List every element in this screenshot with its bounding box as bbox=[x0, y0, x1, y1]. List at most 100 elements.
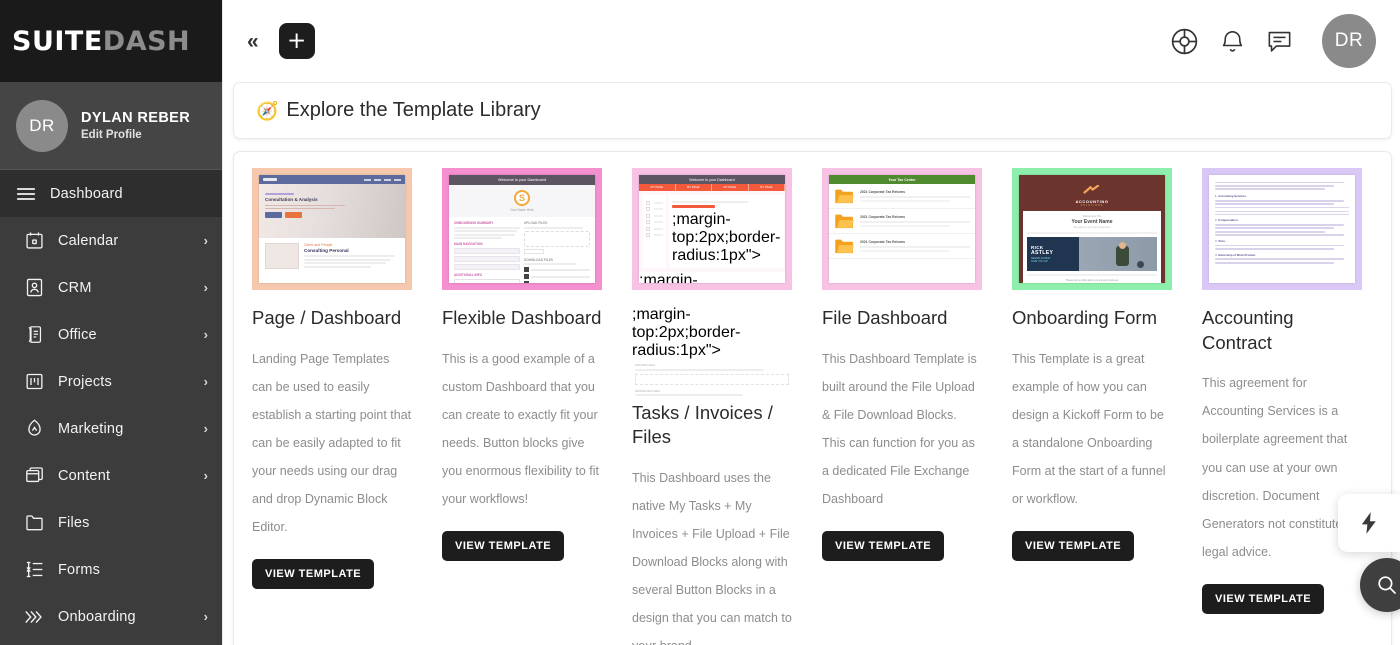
lifebuoy-icon[interactable] bbox=[1169, 26, 1200, 57]
template-thumbnail-preview: Welcome to your Dashboard MY PAGE MY PAGE… bbox=[639, 175, 785, 283]
content-region: 🧭 Explore the Template Library Consultat… bbox=[223, 82, 1400, 645]
template-description: Landing Page Templates can be used to ea… bbox=[252, 351, 412, 535]
view-template-button[interactable]: VIEW TEMPLATE bbox=[822, 531, 945, 562]
template-thumbnail[interactable]: Your Tax Center 2021 Corporate Tax Retur… bbox=[822, 168, 982, 290]
flame-icon bbox=[22, 417, 46, 441]
template-title: Tasks / Invoices / Files bbox=[632, 401, 773, 448]
sidebar-item-label: Files bbox=[58, 514, 90, 531]
template-thumbnail-preview: Your Tax Center 2021 Corporate Tax Retur… bbox=[829, 175, 975, 283]
sidebar-item-calendar[interactable]: Calendar › bbox=[0, 217, 222, 264]
template-title: Flexible Dashboard bbox=[442, 307, 602, 328]
chevron-right-icon: › bbox=[203, 280, 208, 295]
template-library-panel: Consultation & Analysis Client and Peopl… bbox=[233, 151, 1392, 645]
edit-profile-link[interactable]: Edit Profile bbox=[81, 129, 190, 141]
sidebar-item-crm[interactable]: CRM › bbox=[0, 264, 222, 311]
sidebar: SUITEDASH DR DYLAN REBER Edit Profile Da… bbox=[0, 0, 222, 645]
calendar-icon bbox=[22, 229, 46, 253]
sidebar-item-label: CRM bbox=[58, 279, 92, 296]
sidebar-item-office[interactable]: Office › bbox=[0, 311, 222, 358]
template-description: This Template is a great example of how … bbox=[1012, 351, 1166, 507]
sidebar-item-files[interactable]: Files bbox=[0, 499, 222, 546]
sidebar-item-marketing[interactable]: Marketing › bbox=[0, 405, 222, 452]
template-description: This is a good example of a custom Dashb… bbox=[442, 351, 600, 507]
template-thumbnail[interactable]: Consultation & Analysis Client and Peopl… bbox=[252, 168, 412, 290]
template-thumbnail[interactable]: 1. Accounting Services. 2. Compensation.… bbox=[1202, 168, 1362, 290]
template-card: 1. Accounting Services. 2. Compensation.… bbox=[1202, 168, 1362, 645]
windows-stack-icon bbox=[22, 464, 46, 488]
template-description: This Dashboard uses the native My Tasks … bbox=[632, 470, 792, 645]
sidebar-item-label: Marketing bbox=[58, 420, 124, 437]
bell-icon[interactable] bbox=[1218, 27, 1247, 56]
sidebar-item-label: Projects bbox=[58, 373, 112, 390]
brand-logo-text: SUITEDASH bbox=[12, 26, 190, 57]
sidebar-item-content[interactable]: Content › bbox=[0, 452, 222, 499]
template-thumbnail[interactable]: ACCOUNTING SOLUTIONS Welcome to The Your… bbox=[1012, 168, 1172, 290]
sidebar-item-onboarding[interactable]: Onboarding › bbox=[0, 593, 222, 640]
brand-name-primary: SUITE bbox=[12, 25, 103, 57]
sidebar-item-label: Office bbox=[58, 326, 97, 343]
template-thumbnail[interactable]: Welcome to your Dashboard MY PAGE MY PAGE… bbox=[632, 168, 792, 290]
template-card-list: Consultation & Analysis Client and Peopl… bbox=[252, 168, 1391, 645]
template-thumbnail[interactable]: Welcome to your Dashboard S Your Name He… bbox=[442, 168, 602, 290]
quick-actions-button[interactable] bbox=[1338, 494, 1400, 552]
profile-text-block: DYLAN REBER Edit Profile bbox=[81, 110, 190, 141]
brand-logo[interactable]: SUITEDASH bbox=[0, 0, 222, 82]
view-template-button[interactable]: VIEW TEMPLATE bbox=[252, 559, 375, 590]
chat-bubble-icon[interactable] bbox=[1265, 27, 1294, 56]
template-card: Welcome to your Dashboard S Your Name He… bbox=[442, 168, 602, 645]
template-description: This Dashboard Template is built around … bbox=[822, 351, 977, 507]
contact-card-icon bbox=[22, 276, 46, 300]
document-pen-icon bbox=[22, 323, 46, 347]
brand-name-secondary: DASH bbox=[102, 25, 191, 57]
folder-icon bbox=[22, 511, 46, 535]
compass-icon: 🧭 bbox=[256, 100, 279, 121]
kanban-board-icon bbox=[22, 370, 46, 394]
chevron-right-icon: › bbox=[203, 468, 208, 483]
chevrons-right-icon bbox=[22, 605, 46, 629]
sidebar-item-label: Content bbox=[58, 467, 111, 484]
sidebar-item-label: Dashboard bbox=[50, 185, 123, 202]
lightning-bolt-icon bbox=[1361, 512, 1376, 534]
main-area: « + DR 🧭 Explore the Template Library Co… bbox=[222, 0, 1400, 645]
template-thumbnail-preview: Consultation & Analysis Client and Peopl… bbox=[259, 175, 405, 283]
avatar: DR bbox=[16, 99, 68, 152]
page-title: Explore the Template Library bbox=[286, 99, 541, 121]
template-card: Consultation & Analysis Client and Peopl… bbox=[252, 168, 412, 645]
chevron-right-icon: › bbox=[203, 233, 208, 248]
sidebar-profile[interactable]: DR DYLAN REBER Edit Profile bbox=[0, 82, 222, 170]
topbar: « + DR bbox=[223, 0, 1400, 82]
page-title-panel: 🧭 Explore the Template Library bbox=[233, 82, 1392, 139]
form-list-icon bbox=[22, 558, 46, 582]
add-new-button[interactable]: + bbox=[278, 23, 315, 59]
sidebar-item-label: Calendar bbox=[58, 232, 119, 249]
template-title: Onboarding Form bbox=[1012, 307, 1157, 328]
sidebar-item-dashboard[interactable]: Dashboard bbox=[0, 170, 222, 217]
topbar-icons: DR bbox=[1169, 14, 1376, 68]
chevron-right-icon: › bbox=[203, 327, 208, 342]
chevron-right-icon: › bbox=[203, 609, 208, 624]
template-thumbnail-preview: ACCOUNTING SOLUTIONS Welcome to The Your… bbox=[1019, 175, 1165, 283]
sidebar-item-forms[interactable]: Forms bbox=[0, 546, 222, 593]
app-root: SUITEDASH DR DYLAN REBER Edit Profile Da… bbox=[0, 0, 1400, 645]
collapse-sidebar-button[interactable]: « bbox=[241, 27, 265, 56]
template-card: Welcome to your Dashboard MY PAGE MY PAGE… bbox=[632, 168, 792, 645]
template-title: Page / Dashboard bbox=[252, 307, 402, 328]
sidebar-item-label: Onboarding bbox=[58, 608, 136, 625]
template-card: Your Tax Center 2021 Corporate Tax Retur… bbox=[822, 168, 982, 645]
sidebar-item-projects[interactable]: Projects › bbox=[0, 358, 222, 405]
view-template-button[interactable]: VIEW TEMPLATE bbox=[1202, 584, 1325, 615]
chevron-right-icon: › bbox=[203, 421, 208, 436]
hamburger-icon bbox=[14, 182, 38, 206]
chevron-right-icon: › bbox=[203, 374, 208, 389]
template-title: Accounting Contract bbox=[1202, 307, 1294, 353]
user-avatar[interactable]: DR bbox=[1322, 14, 1376, 68]
view-template-button[interactable]: VIEW TEMPLATE bbox=[1012, 531, 1135, 562]
view-template-button[interactable]: VIEW TEMPLATE bbox=[442, 531, 565, 562]
sidebar-item-label: Forms bbox=[58, 561, 101, 578]
search-icon bbox=[1378, 576, 1396, 594]
template-title: File Dashboard bbox=[822, 307, 948, 328]
template-card: ACCOUNTING SOLUTIONS Welcome to The Your… bbox=[1012, 168, 1172, 645]
profile-name: DYLAN REBER bbox=[81, 110, 191, 126]
sidebar-nav: Dashboard Calendar › CRM › Office › Projects › Ma… bbox=[0, 170, 222, 645]
template-thumbnail-preview: 1. Accounting Services. 2. Compensation.… bbox=[1209, 175, 1355, 283]
